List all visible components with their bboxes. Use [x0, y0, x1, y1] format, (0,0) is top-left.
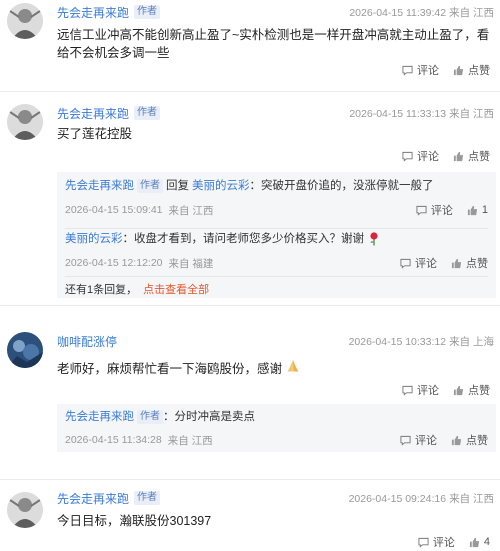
comment-text: 老师好，麻烦帮忙看一下海鸥股份，感谢 [57, 359, 490, 378]
comment-item: 先会走再来跑 作者 2026-04-15 09:24:16 来自 江西 今日目标，… [0, 480, 500, 551]
more-replies-count: 还有1条回复， [65, 284, 138, 296]
reply-username-link[interactable]: 先会走再来跑 [65, 409, 134, 425]
comment-icon [400, 435, 411, 446]
thumbs-up-icon [453, 65, 464, 75]
like-button[interactable]: 点赞 [453, 382, 490, 398]
reply-location: 来自 江西 [168, 204, 214, 217]
comment-icon [402, 151, 413, 162]
comment-icon [400, 258, 411, 269]
thumbs-up-icon [469, 537, 479, 547]
pray-icon [287, 360, 299, 372]
view-all-replies-link[interactable]: 点击查看全部 [143, 284, 209, 296]
reply-item: 先会走再来跑 作者 ：分时冲高是卖点 2026-04-15 11:34:28 来… [57, 404, 496, 452]
reply-comment-button[interactable]: 评论 [416, 202, 453, 218]
avatar[interactable] [7, 3, 43, 39]
reply-to-username-link[interactable]: 美丽的云彩 [192, 178, 250, 194]
reply-word: 回复 [166, 180, 189, 192]
author-badge: 作者 [134, 491, 161, 505]
author-badge: 作者 [137, 179, 163, 193]
timestamp: 2026-04-15 09:24:16 来自 江西 [348, 492, 494, 505]
username-link[interactable]: 先会走再来跑 [57, 4, 129, 21]
location: 来自 江西 [449, 6, 494, 19]
reply-like-button[interactable]: 点赞 [451, 432, 488, 448]
avatar[interactable] [7, 104, 43, 140]
comment-text: 远信工业冲高不能创新高止盈了~实朴检测也是一样开盘冲高就主动止盈了，看给不会机会… [57, 28, 490, 60]
comment-button[interactable]: 评论 [402, 382, 439, 398]
reply-text: ：收盘才看到，请问老师您多少价格买入？谢谢 [122, 233, 365, 245]
reply-text: ：分时冲高是卖点 [163, 411, 255, 423]
username-link[interactable]: 先会走再来跑 [57, 490, 129, 507]
timestamp: 2026-04-15 11:33:13 来自 江西 [349, 107, 494, 120]
reply-text: ：突破开盘价追的，没涨停就一般了 [249, 180, 434, 192]
author-badge: 作者 [134, 5, 161, 19]
reply-divider [65, 276, 488, 277]
reply-timestamp: 2026-04-15 12:12:20 [65, 257, 163, 269]
reply-item: 美丽的云彩 ：收盘才看到，请问老师您多少价格买入？谢谢 2026-04-15 1… [57, 229, 496, 275]
comment-icon [402, 65, 413, 76]
like-button[interactable]: 4 [469, 536, 490, 548]
author-badge: 作者 [134, 106, 161, 120]
thumbs-up-icon [453, 151, 464, 161]
like-button[interactable]: 点赞 [453, 62, 490, 78]
thumbs-up-icon [467, 205, 477, 215]
thumbs-up-icon [451, 258, 462, 268]
avatar[interactable] [7, 492, 43, 528]
location: 来自 江西 [449, 492, 494, 505]
location: 来自 上海 [449, 335, 494, 348]
comment-button[interactable]: 评论 [402, 148, 439, 164]
reply-box: 先会走再来跑 作者 回复 美丽的云彩 ：突破开盘价追的，没涨停就一般了 2026… [57, 172, 496, 298]
comment-button[interactable]: 评论 [402, 62, 439, 78]
reply-location: 来自 福建 [168, 257, 214, 270]
timestamp: 2026-04-15 10:33:12 来自 上海 [348, 335, 494, 348]
timestamp: 2026-04-15 11:39:42 来自 江西 [349, 6, 494, 19]
reply-comment-button[interactable]: 评论 [400, 432, 437, 448]
comment-item: 咖啡配涨停 2026-04-15 10:33:12 来自 上海 老师好，麻烦帮忙看… [0, 320, 500, 480]
thumbs-up-icon [451, 435, 462, 445]
more-replies-row: 还有1条回复， 点击查看全部 [65, 281, 209, 297]
reply-like-button[interactable]: 1 [467, 204, 488, 216]
thumbs-up-icon [453, 385, 464, 395]
rose-icon [370, 232, 378, 246]
location: 来自 江西 [449, 107, 494, 120]
username-link[interactable]: 先会走再来跑 [57, 105, 129, 122]
reply-item: 先会走再来跑 作者 回复 美丽的云彩 ：突破开盘价追的，没涨停就一般了 2026… [57, 172, 496, 228]
reply-username-link[interactable]: 先会走再来跑 [65, 178, 134, 194]
avatar[interactable] [7, 332, 43, 368]
comment-icon [418, 537, 429, 548]
reply-box: 先会走再来跑 作者 ：分时冲高是卖点 2026-04-15 11:34:28 来… [57, 404, 496, 452]
comment-icon [402, 385, 413, 396]
reply-location: 来自 江西 [167, 434, 213, 447]
comment-button[interactable]: 评论 [418, 534, 455, 550]
author-badge: 作者 [137, 410, 163, 424]
like-button[interactable]: 点赞 [453, 148, 490, 164]
reply-username-link[interactable]: 美丽的云彩 [65, 231, 123, 247]
comment-item: 先会走再来跑 作者 2026-04-15 11:33:13 来自 江西 买了莲花控… [0, 92, 500, 306]
reply-timestamp: 2026-04-15 11:34:28 [65, 434, 162, 446]
comment-text: 今日目标，瀚联股份301397 [57, 514, 212, 528]
comment-text: 买了莲花控股 [57, 127, 133, 141]
comment-item: 先会走再来跑 作者 2026-04-15 11:39:42 来自 江西 远信工业冲… [0, 0, 500, 92]
reply-timestamp: 2026-04-15 15:09:41 [65, 204, 163, 216]
reply-like-button[interactable]: 点赞 [451, 255, 488, 271]
reply-comment-button[interactable]: 评论 [400, 255, 437, 271]
username-link[interactable]: 咖啡配涨停 [57, 333, 117, 350]
comment-icon [416, 205, 427, 216]
